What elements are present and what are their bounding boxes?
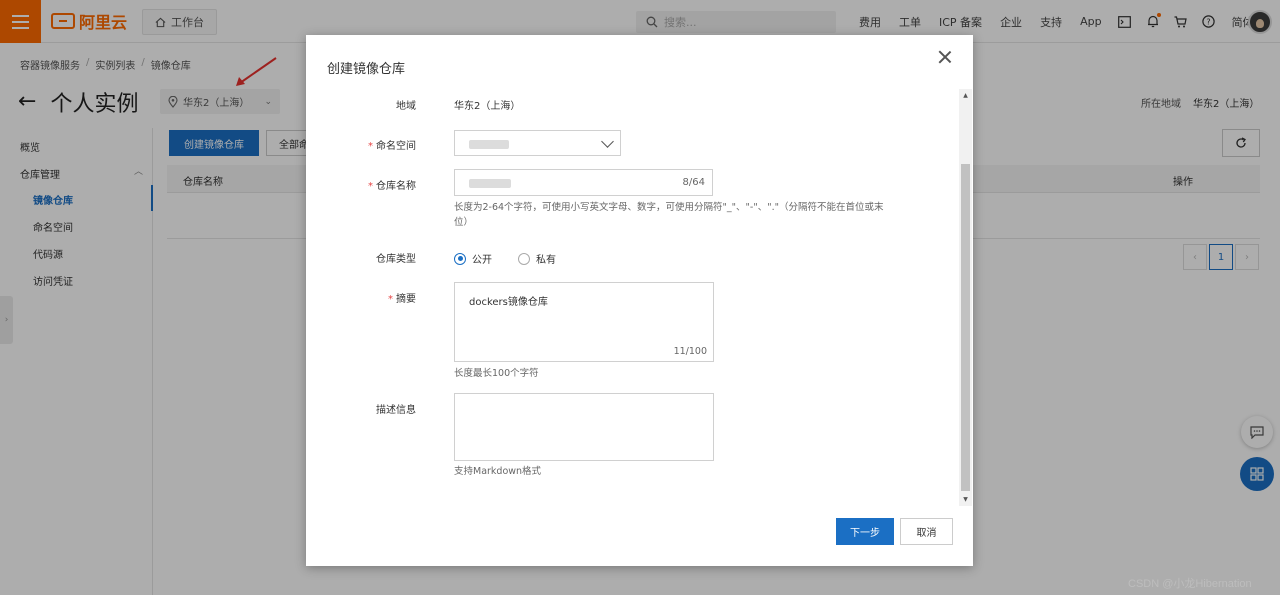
close-icon[interactable] — [937, 49, 953, 65]
radio-public[interactable] — [454, 252, 466, 265]
namespace-select[interactable] — [454, 130, 621, 156]
repo-name-label: * 仓库名称 — [306, 177, 416, 192]
cancel-button[interactable]: 取消 — [900, 518, 953, 545]
repo-name-input[interactable]: 8/64 — [454, 169, 713, 196]
scrollbar-thumb[interactable] — [961, 164, 970, 491]
summary-textarea[interactable]: dockers镜像仓库 11/100 — [454, 282, 714, 362]
dialog-title: 创建镜像仓库 — [327, 62, 406, 77]
create-repo-dialog: 创建镜像仓库 ▲ ▼ 地域 华东2（上海） * 命名空间 * 仓库名称 8/64 长… — [306, 35, 973, 566]
description-textarea[interactable] — [454, 393, 714, 461]
summary-value: dockers镜像仓库 — [469, 297, 548, 308]
repo-type-label: 仓库类型 — [376, 254, 416, 265]
chevron-down-icon — [601, 135, 614, 148]
scroll-down-icon[interactable]: ▼ — [959, 493, 972, 506]
summary-hint: 长度最长100个字符 — [454, 368, 539, 379]
namespace-label-text: 命名空间 — [376, 141, 416, 152]
description-label: 描述信息 — [376, 405, 416, 416]
watermark: CSDN @小龙Hibernation — [1128, 578, 1252, 590]
next-step-button[interactable]: 下一步 — [836, 518, 894, 545]
char-counter: 11/100 — [673, 346, 707, 357]
required-mark: * — [368, 141, 373, 152]
radio-private[interactable] — [518, 252, 530, 265]
redacted-value — [469, 179, 511, 188]
repo-name-label-text: 仓库名称 — [376, 181, 416, 192]
summary-label-text: 摘要 — [396, 294, 416, 305]
namespace-label: * 命名空间 — [306, 137, 416, 152]
region-value: 华东2（上海） — [454, 101, 521, 112]
char-counter: 8/64 — [682, 177, 705, 188]
required-mark: * — [388, 294, 393, 305]
repo-name-hint: 长度为2-64个字符，可使用小写英文字母、数字，可使用分隔符"_"、"-"、".… — [454, 202, 884, 228]
required-mark: * — [368, 181, 373, 192]
redacted-value — [469, 140, 509, 149]
summary-label: * 摘要 — [306, 290, 416, 305]
scroll-up-icon[interactable]: ▲ — [959, 89, 972, 102]
description-hint: 支持Markdown格式 — [454, 466, 542, 477]
repo-type-radio-group: 公开 私有 — [454, 251, 556, 266]
dialog-scrollbar[interactable]: ▲ ▼ — [959, 89, 972, 506]
radio-public-label[interactable]: 公开 — [472, 251, 492, 266]
region-label: 地域 — [396, 101, 416, 112]
radio-private-label[interactable]: 私有 — [536, 251, 556, 266]
